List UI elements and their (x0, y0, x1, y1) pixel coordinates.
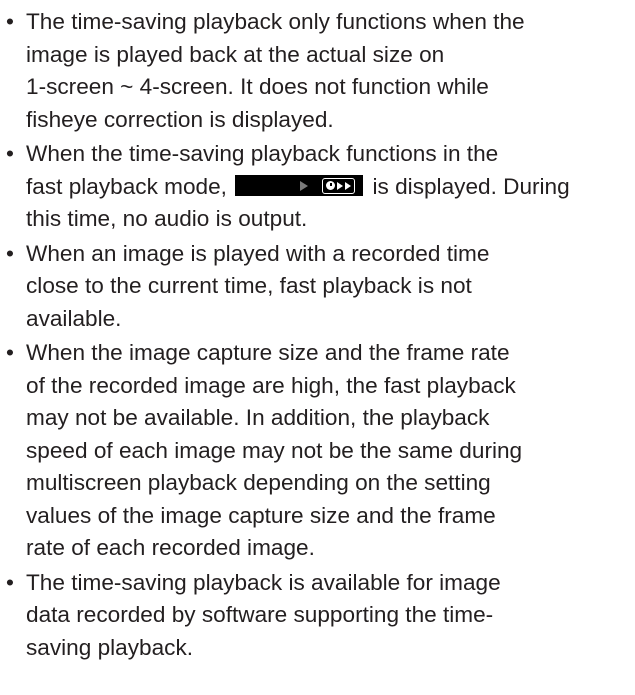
note-line: may not be available. In addition, the p… (26, 405, 490, 430)
note-line: this time, no audio is output. (26, 206, 308, 231)
note-line: When the image capture size and the fram… (26, 340, 510, 365)
play-icon (300, 180, 309, 191)
list-item: • When the image capture size and the fr… (4, 337, 627, 565)
note-line: speed of each image may not be the same … (26, 437, 523, 463)
note-text: is displayed. During (372, 173, 570, 199)
note-line: values of the image capture size and the… (26, 502, 496, 528)
fast-forward-icon (345, 181, 352, 190)
bullet: • (6, 9, 14, 34)
list-item: • The time-saving playback only function… (4, 6, 627, 136)
note-line: When an image is played with a recorded … (26, 240, 490, 266)
note-line-with-indicator: fast playback mode, is displayed. During (26, 171, 627, 204)
note-line: When the time-saving playback functions … (26, 141, 499, 166)
note-text: fast playback mode, (26, 173, 227, 199)
notes-list: • The time-saving playback only function… (4, 6, 627, 664)
time-saving-fast-playback-indicator-icon (235, 175, 364, 197)
note-line: fisheye correction is displayed. (26, 106, 334, 132)
bullet: • (6, 141, 14, 166)
fast-forward-icon (337, 181, 344, 190)
note-line: The time-saving playback only functions … (26, 9, 525, 34)
list-item: • When an image is played with a recorde… (4, 238, 627, 336)
manual-page: • The time-saving playback only function… (0, 0, 635, 695)
note-line: 1-screen ~ 4-screen. It does not functio… (26, 74, 489, 99)
note-line: saving playback. (26, 634, 194, 660)
note-line: data recorded by software supporting the… (26, 602, 494, 627)
list-item: • The time-saving playback is available … (4, 567, 627, 665)
bullet: • (6, 569, 14, 595)
time-saving-icon (322, 177, 356, 194)
bullet: • (6, 240, 14, 266)
note-line: rate of each recorded image. (26, 535, 315, 560)
note-line: The time-saving playback is available fo… (26, 569, 501, 595)
note-line: multiscreen playback depending on the se… (26, 470, 491, 495)
note-line: available. (26, 305, 122, 331)
note-line: close to the current time, fast playback… (26, 273, 472, 298)
clock-icon (326, 181, 336, 191)
list-item: • When the time-saving playback function… (4, 138, 627, 236)
bullet: • (6, 340, 14, 365)
note-line: image is played back at the actual size … (26, 41, 445, 67)
note-line: of the recorded image are high, the fast… (26, 372, 516, 398)
